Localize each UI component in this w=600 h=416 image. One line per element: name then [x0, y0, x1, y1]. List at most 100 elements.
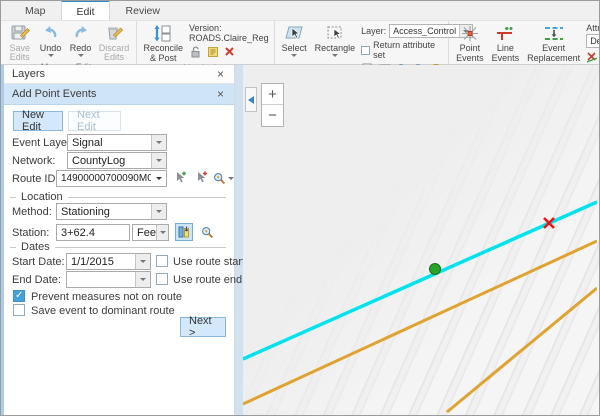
pane-divider[interactable]: [235, 65, 243, 415]
return-attribute-checkbox-box[interactable]: [361, 46, 370, 55]
select-dropdown-caret[interactable]: [291, 54, 297, 57]
reconcile-post-button[interactable]: Reconcile & Post: [140, 22, 188, 63]
point-events-icon: [460, 23, 480, 43]
location-section-header: Location: [10, 191, 226, 203]
route-id-combo[interactable]: 14900000700090M01: [56, 170, 167, 187]
station-units-caret[interactable]: [156, 225, 168, 240]
return-attribute-set-checkbox[interactable]: Return attribute set: [361, 40, 443, 60]
line-events-icon: [495, 23, 515, 43]
prevent-measures-checkbox[interactable]: [13, 290, 25, 302]
point-event-marker[interactable]: [430, 264, 441, 275]
start-date-caret[interactable]: [135, 254, 150, 269]
add-point-events-close-icon[interactable]: ×: [215, 88, 226, 100]
delete-version-icon[interactable]: [223, 45, 236, 58]
road-line-upper[interactable]: [243, 241, 597, 404]
tab-review[interactable]: Review: [112, 0, 174, 20]
remove-event-icon[interactable]: [586, 50, 598, 63]
version-caption: Version:: [189, 23, 269, 33]
redo-button[interactable]: Redo: [66, 22, 96, 57]
event-layer-combo[interactable]: Signal: [67, 134, 167, 151]
station-input[interactable]: [56, 224, 130, 241]
rectangle-select-icon: [325, 23, 345, 43]
end-date-label: End Date:: [12, 274, 61, 286]
attribute-set-combo[interactable]: Default: [586, 34, 600, 48]
tab-edit[interactable]: Edit: [61, 0, 109, 20]
redo-icon: [72, 23, 90, 43]
undo-button[interactable]: Undo: [36, 22, 66, 57]
rectangle-dropdown-caret[interactable]: [332, 54, 338, 57]
group-versioning: Reconcile & Post Version: ROADS.Claire_R…: [137, 21, 275, 64]
next-button[interactable]: Next >: [180, 317, 226, 337]
unlock-icon[interactable]: [189, 45, 202, 58]
next-edit-button[interactable]: Next Edit: [68, 111, 121, 131]
zoom-out-button[interactable]: −: [262, 105, 283, 126]
end-date-caret[interactable]: [135, 272, 150, 287]
add-point-events-title: Add Point Events: [12, 88, 215, 100]
select-cursor-icon: [284, 23, 304, 43]
route-zoom-icon[interactable]: [212, 169, 234, 187]
app-window: Map Edit Review Save Edits Undo: [0, 0, 600, 416]
route-id-label: Route ID:: [12, 173, 58, 185]
save-icon: [10, 23, 30, 43]
reconcile-icon: [153, 23, 173, 43]
use-route-end-checkbox[interactable]: [156, 273, 168, 285]
map-zoom-control: + −: [261, 83, 284, 127]
method-caret[interactable]: [151, 204, 166, 219]
station-zoom-icon[interactable]: [198, 223, 216, 241]
ribbon-tab-bar: Map Edit Review: [1, 1, 599, 21]
save-dominant-checkbox[interactable]: [13, 304, 25, 316]
group-manage-edits: Save Edits Undo Redo: [1, 21, 137, 64]
undo-dropdown-caret[interactable]: [48, 54, 54, 57]
group-selection: Select Rectangle Layer: Access_Control: [275, 21, 450, 64]
dates-section-header: Dates: [10, 241, 226, 253]
rectangle-select-button[interactable]: Rectangle: [311, 22, 360, 57]
event-replacement-button[interactable]: Event Replacement: [523, 22, 584, 63]
add-point-events-body: New Edit Next Edit Event Layer: Signal N…: [4, 105, 234, 415]
pane-collapse-button[interactable]: [245, 87, 257, 112]
route-id-caret[interactable]: [151, 171, 166, 186]
save-edits-button[interactable]: Save Edits: [4, 22, 36, 62]
layer-label: Layer:: [361, 26, 386, 36]
discard-edits-button[interactable]: Discard Edits: [96, 22, 133, 62]
event-layer-caret[interactable]: [151, 135, 166, 150]
redo-dropdown-caret[interactable]: [78, 54, 84, 57]
pick-location-tool-icon[interactable]: [175, 223, 193, 241]
add-point-events-header: Add Point Events ×: [4, 84, 234, 105]
station-units-combo[interactable]: Feet: [132, 224, 169, 241]
version-changes-icon[interactable]: [206, 45, 219, 58]
save-dominant-label: Save event to dominant route: [31, 305, 175, 317]
network-label: Network:: [12, 155, 55, 167]
layers-pane-title: Layers: [12, 68, 215, 80]
select-route-remove-icon[interactable]: [192, 169, 210, 187]
road-line-lower[interactable]: [447, 288, 597, 412]
highlighted-route-line[interactable]: [243, 202, 597, 359]
method-combo[interactable]: Stationing: [56, 203, 167, 220]
event-replacement-icon: [542, 23, 566, 43]
event-layer-label: Event Layer:: [12, 137, 74, 149]
select-button[interactable]: Select: [278, 22, 311, 57]
tab-map[interactable]: Map: [11, 0, 59, 20]
method-label: Method:: [12, 206, 52, 218]
start-date-combo[interactable]: 1/1/2015: [66, 253, 151, 270]
select-route-add-icon[interactable]: [171, 169, 189, 187]
end-date-combo[interactable]: [66, 271, 151, 288]
map-view[interactable]: + −: [243, 65, 599, 415]
new-edit-button[interactable]: New Edit: [13, 111, 63, 131]
start-date-label: Start Date:: [12, 256, 65, 268]
trash-icon: [104, 23, 124, 43]
add-point-events-pane: Layers × Add Point Events × New Edit Nex…: [4, 65, 235, 415]
collapse-arrow-icon: [248, 96, 254, 104]
zoom-in-button[interactable]: +: [262, 84, 283, 105]
point-events-button[interactable]: Point Events: [452, 22, 488, 63]
layers-close-icon[interactable]: ×: [215, 68, 226, 80]
network-caret[interactable]: [151, 153, 166, 168]
layers-pane-header: Layers ×: [4, 65, 234, 84]
attribute-set-label: Attribute Set:: [586, 23, 600, 33]
network-combo[interactable]: CountyLog: [67, 152, 167, 169]
line-events-button[interactable]: Line Events: [488, 22, 524, 63]
undo-icon: [42, 23, 60, 43]
map-graphics: [243, 65, 597, 413]
use-route-start-checkbox[interactable]: [156, 255, 168, 267]
station-label: Station:: [12, 227, 49, 239]
group-edit-events: Point Events Line Events Event Replaceme…: [449, 21, 600, 64]
